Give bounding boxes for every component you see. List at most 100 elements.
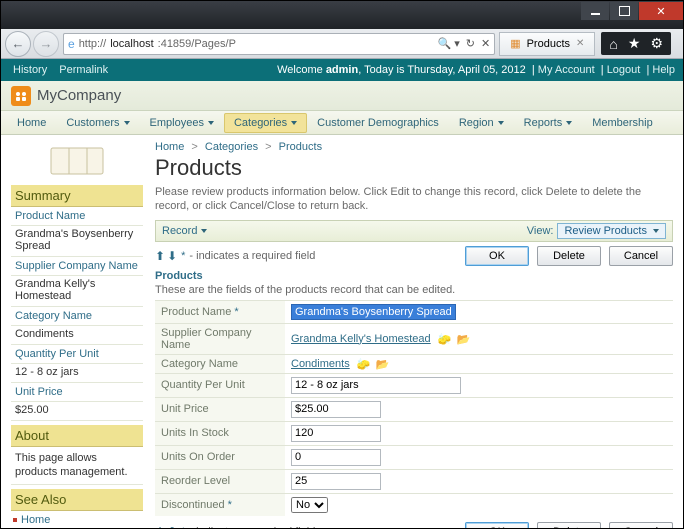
lookup-clear-icon[interactable]: 🧽 [357,358,369,370]
app-bar: History Permalink Welcome admin, Today i… [1,59,683,81]
required-hint-text: - indicates a required field [189,250,315,262]
tab-close-icon[interactable]: ✕ [576,38,584,49]
tab-title: Products [527,38,570,50]
view-label: View: [527,225,554,237]
tab-strip: ▦ Products ✕ [499,32,599,56]
address-controls: 🔍 ▾ ↻ ✕ [437,37,490,50]
required-hint-row-bottom: ⬆⬇ * - indicates a required field OK Del… [155,522,673,528]
bc-products: Products [279,141,322,153]
permalink-link[interactable]: Permalink [59,64,108,76]
asterisk-icon: * [181,526,185,528]
nav-home[interactable]: Home [7,113,56,133]
sum-unitprice-label: Unit Price [11,383,143,402]
settings-icon[interactable]: ⚙ [650,35,663,52]
history-link[interactable]: History [13,64,47,76]
browser-nav-bar: ← → e http://localhost:41859/Pages/P 🔍 ▾… [1,29,683,59]
sidebar: Summary Product Name Grandma's Boysenber… [11,141,143,528]
my-account-link[interactable]: My Account [538,64,595,76]
company-logo-icon [11,86,31,106]
onorder-label: Units On Order [155,445,285,469]
required-hint-row-top: ⬆⬇ * - indicates a required field OK Del… [155,246,673,266]
url-rest: :41859/Pages/P [158,38,236,50]
bc-categories[interactable]: Categories [205,141,258,153]
reorder-label: Reorder Level [155,469,285,493]
breadcrumb: Home > Categories > Products [155,141,673,153]
product-name-label: Product Name [161,306,231,318]
unitprice-input[interactable] [291,401,381,418]
discontinued-label: Discontinued [161,499,225,511]
stock-input[interactable] [291,425,381,442]
ok-button[interactable]: OK [465,522,529,528]
welcome-text: Welcome [277,64,326,76]
forward-button[interactable]: → [33,31,59,57]
lookup-open-icon[interactable]: 📂 [376,358,388,370]
nav-reports[interactable]: Reports [514,113,583,133]
sum-supplier-label: Supplier Company Name [11,257,143,276]
welcome-user: admin [326,64,358,76]
lookup-clear-icon[interactable]: 🧽 [438,333,450,345]
window-minimize-button[interactable] [581,2,609,20]
ie-icon: e [68,37,75,51]
summary-header: Summary [11,185,143,207]
home-icon[interactable]: ⌂ [609,36,617,52]
next-record-icon[interactable]: ⬇ [167,525,177,528]
logout-link[interactable]: Logout [607,64,641,76]
category-label: Category Name [155,354,285,373]
cancel-button[interactable]: Cancel [609,246,673,266]
tab-favicon: ▦ [510,37,520,50]
delete-button[interactable]: Delete [537,522,601,528]
main-nav: Home Customers Employees Categories Cust… [1,111,683,135]
address-bar[interactable]: e http://localhost:41859/Pages/P 🔍 ▾ ↻ ✕ [63,33,495,55]
sum-product-name-label: Product Name [11,207,143,226]
company-header: MyCompany [1,81,683,111]
discontinued-select[interactable]: No [291,497,328,513]
cancel-button[interactable]: Cancel [609,522,673,528]
view-select[interactable]: Review Products [557,223,666,239]
caret-icon [566,121,572,125]
next-record-icon[interactable]: ⬇ [167,249,177,263]
sidebar-icon [11,141,143,181]
nav-region[interactable]: Region [449,113,514,133]
caret-icon [291,121,297,125]
product-name-input[interactable]: Grandma's Boysenberry Spread [291,304,456,320]
lookup-open-icon[interactable]: 📂 [457,333,469,345]
sum-qpu-value: 12 - 8 oz jars [11,364,143,383]
form-table: Product Name * Grandma's Boysenberry Spr… [155,300,673,516]
prev-record-icon[interactable]: ⬆ [155,249,165,263]
onorder-input[interactable] [291,449,381,466]
nav-customers[interactable]: Customers [56,113,139,133]
supplier-link[interactable]: Grandma Kelly's Homestead [291,333,431,345]
delete-button[interactable]: Delete [537,246,601,266]
stop-icon[interactable]: ✕ [481,37,490,50]
bc-home[interactable]: Home [155,141,184,153]
back-button[interactable]: ← [5,31,31,57]
sum-category-label: Category Name [11,307,143,326]
stock-label: Units In Stock [155,421,285,445]
record-menu[interactable]: Record [162,225,207,237]
url-host: localhost [110,38,153,50]
sum-unitprice-value: $25.00 [11,402,143,421]
nav-employees[interactable]: Employees [140,113,224,133]
caret-icon [208,121,214,125]
reorder-input[interactable] [291,473,381,490]
nav-customer-demographics[interactable]: Customer Demographics [307,113,449,133]
browser-tools: ⌂ ★ ⚙ [601,32,671,55]
category-link[interactable]: Condiments [291,358,350,370]
record-toolbar: Record View: Review Products [155,220,673,242]
sum-category-value: Condiments [11,326,143,345]
window-close-button[interactable] [639,2,683,20]
help-link[interactable]: Help [652,64,675,76]
qpu-input[interactable] [291,377,461,394]
search-icon[interactable]: 🔍 ▾ [437,37,459,50]
browser-tab-products[interactable]: ▦ Products ✕ [499,32,595,56]
see-also-home[interactable]: Home [11,511,143,528]
caret-icon [124,121,130,125]
window-maximize-button[interactable] [610,2,638,20]
nav-categories[interactable]: Categories [224,113,307,133]
sum-product-name-value: Grandma's Boysenberry Spread [11,226,143,257]
prev-record-icon[interactable]: ⬆ [155,525,165,528]
ok-button[interactable]: OK [465,246,529,266]
refresh-icon[interactable]: ↻ [466,37,475,50]
favorites-icon[interactable]: ★ [628,35,641,52]
nav-membership[interactable]: Membership [582,113,663,133]
